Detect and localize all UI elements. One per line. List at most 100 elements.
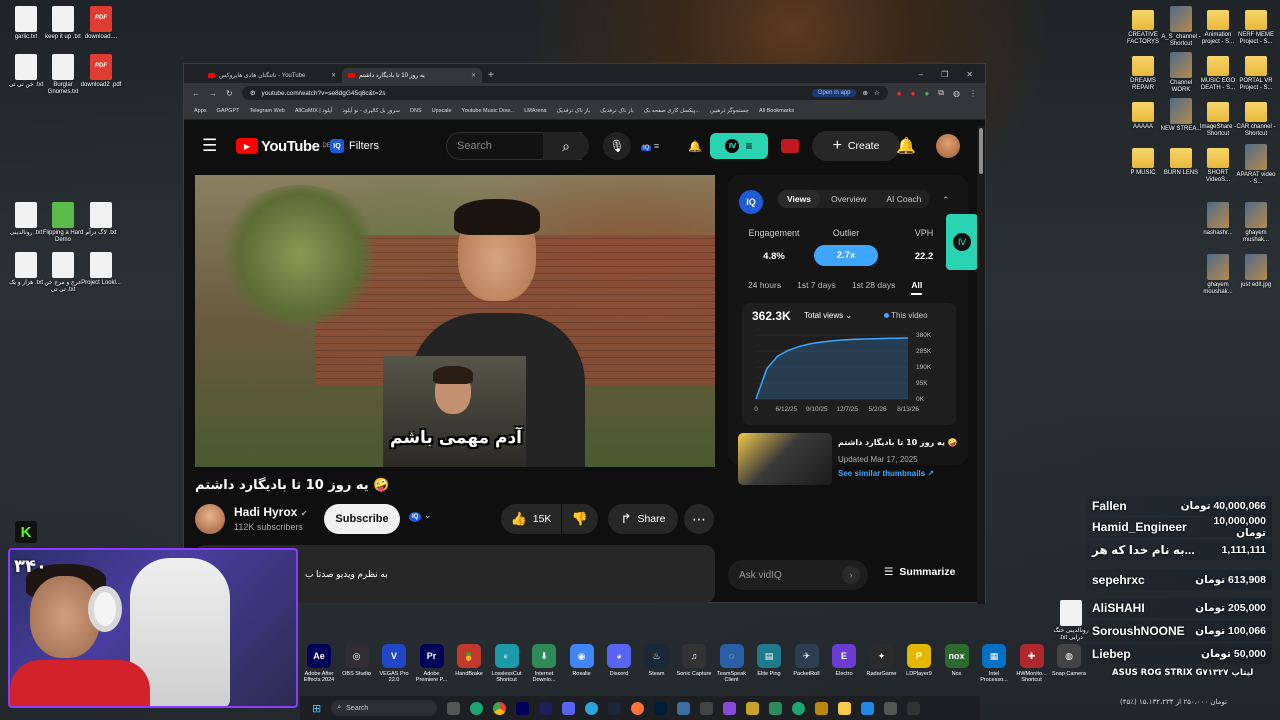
forward-icon[interactable]: → (209, 89, 217, 98)
desktop-icon[interactable]: Burglar Gnomes.txt (42, 54, 84, 96)
bookmark-item[interactable]: Telegram Web (249, 108, 284, 114)
extension-red-icon[interactable] (781, 139, 799, 153)
app-icon[interactable] (746, 701, 760, 715)
app-shortcut[interactable]: ◐ LosslessCut Shortcut (488, 642, 526, 683)
app-shortcut[interactable]: Ae Adobe After Effects 2024 (300, 642, 338, 683)
desktop-icon[interactable]: SHORT VideoS... (1197, 144, 1239, 184)
firefox-icon[interactable] (631, 701, 645, 715)
app-icon[interactable] (769, 701, 783, 715)
app-shortcut[interactable]: ◕ Discord (600, 642, 638, 677)
video-player[interactable]: آدم مهمی باشم (195, 175, 715, 467)
range-all[interactable]: All (911, 280, 923, 295)
maximize-button[interactable]: ❐ (941, 70, 948, 79)
bookmark-item[interactable]: Upscale (432, 108, 452, 114)
app-shortcut[interactable]: ▦ Intel Processo... (975, 642, 1013, 683)
start-windows-icon[interactable]: ⊞ (312, 702, 321, 715)
app-shortcut[interactable]: Pr Adobe Premiere P... (413, 642, 451, 683)
browser-tab-channel[interactable]: ناتنگتان هادی هایروکس - YouTube ✕ (202, 68, 342, 83)
back-icon[interactable]: ← (192, 89, 200, 98)
range-7-days[interactable]: 1st 7 days (797, 280, 836, 295)
desktop-icon[interactable]: APARAT video - S... (1235, 144, 1277, 186)
desktop-icon[interactable]: just edit.jpg (1235, 254, 1277, 289)
dislike-button[interactable]: 👎 (562, 504, 598, 534)
close-tab-icon[interactable]: ✕ (331, 72, 336, 79)
vidiq-channel-button[interactable]: IQ ⌄ (409, 510, 431, 522)
desktop-icon[interactable]: ghayem moushak... (1197, 254, 1239, 296)
subscribe-button[interactable]: Subscribe (324, 504, 400, 534)
close-window-button[interactable]: ✕ (966, 70, 973, 79)
browser-tab-video[interactable]: یه روز 10 تا بادیگارد داشتم ✕ (342, 68, 482, 83)
app-shortcut[interactable]: ◌ TeamSpeak Client (713, 642, 751, 683)
edge-icon[interactable] (470, 701, 484, 715)
bookmark-item[interactable]: جستجوگر ذرهبین (710, 108, 749, 114)
desktop-icon[interactable]: DREAMS REPAIR (1122, 52, 1164, 92)
vidiq-filters-button[interactable]: IQ Filters (330, 139, 379, 153)
desktop-icon[interactable]: download.... (80, 6, 122, 41)
app-icon[interactable] (677, 701, 691, 715)
desktop-icon[interactable]: Project Lookl... (80, 252, 122, 287)
desktop-icon[interactable]: هزار و یک .txt (5, 252, 47, 287)
bookmark-item[interactable]: DNS (410, 108, 422, 114)
summarize-button[interactable]: ☰ Summarize (884, 566, 955, 578)
create-button[interactable]: + Create (812, 131, 900, 161)
desktop-icon[interactable]: keep it up .txt (42, 6, 84, 41)
extension-icon[interactable]: ● (924, 89, 929, 98)
search-button[interactable]: ⌕ (543, 132, 589, 160)
app-shortcut[interactable]: ◉ Rosalie (563, 642, 601, 677)
extensions-puzzle-icon[interactable]: ⧉ (938, 88, 944, 98)
desktop-icon[interactable]: NEW STREA... (1160, 98, 1202, 133)
desktop-icon[interactable]: P MUSIC (1122, 144, 1164, 177)
send-arrow-icon[interactable]: › (842, 566, 860, 584)
new-tab-button[interactable]: + (482, 70, 500, 83)
desktop-icon[interactable]: عرج و مرج خن تی تی .txt (42, 252, 84, 294)
close-tab-icon[interactable]: ✕ (471, 72, 476, 79)
after-effects-icon[interactable] (539, 701, 553, 715)
extension-icon[interactable]: ● (911, 89, 916, 98)
taskbar-search[interactable]: ⌕ Search (331, 700, 438, 716)
task-view-icon[interactable] (447, 701, 461, 715)
site-info-icon[interactable]: ⚙ (250, 89, 256, 97)
bookmark-item[interactable]: GAPGPT (217, 108, 240, 114)
url-field[interactable]: ⚙ youtube.com/watch?v=se8dgG45q8c&t=2s O… (241, 86, 888, 100)
tab-views[interactable]: Views (778, 190, 820, 208)
bookmark-item[interactable]: LMArena (524, 108, 546, 114)
bookmark-item[interactable]: باز ناک ترفدیک (557, 108, 591, 114)
bookmark-item[interactable]: Apps (194, 108, 207, 114)
desktop-icon[interactable]: ghayem mushak... (1235, 202, 1277, 244)
app-icon[interactable] (884, 701, 898, 715)
reload-icon[interactable]: ↻ (226, 89, 233, 98)
notification-bell-icon[interactable]: 🔔 (688, 140, 702, 153)
profile-avatar[interactable]: ◍ (953, 89, 960, 98)
bookmark-item[interactable]: AllCaMIX | آپلود (295, 108, 333, 114)
range-24-hours[interactable]: 24 hours (748, 280, 781, 295)
channel-avatar[interactable] (195, 504, 225, 534)
app-shortcut[interactable]: ◍ Snap Camera (1050, 642, 1088, 677)
microphone-icon[interactable]: 🎙 (603, 132, 631, 160)
desktop-icon[interactable]: download2 .pdf (80, 54, 122, 89)
app-shortcut[interactable]: ◎ OBS Studio (338, 642, 376, 677)
premiere-icon[interactable] (516, 701, 530, 715)
desktop-icon[interactable]: Animation project - S... (1197, 6, 1239, 46)
hamburger-menu-icon[interactable]: ☰ (202, 136, 217, 156)
file-explorer-icon[interactable] (838, 701, 852, 715)
vidiq-toggle-button[interactable]: Ⅳ ≡ (710, 133, 768, 159)
tab-overview[interactable]: Overview (822, 190, 875, 208)
desktop-icon[interactable]: BURN LENS (1160, 144, 1202, 177)
desktop-icon[interactable]: A_S_channel - Shortcut (1160, 6, 1202, 48)
desktop-icon[interactable]: رونالدینی .txt (5, 202, 47, 237)
thumbnail-card[interactable]: یه روز 10 تا بادیگارد داشتم 🤪 Updated Ma… (738, 433, 960, 485)
app-icon[interactable] (723, 701, 737, 715)
notifications-bell-icon[interactable]: 🔔 (896, 136, 916, 156)
vidiq-menu-icon[interactable]: IQ ≡ (641, 141, 659, 151)
zoom-icon[interactable]: ⊕ (862, 89, 867, 97)
app-shortcut[interactable]: E Electro (825, 642, 863, 677)
bookmark-item[interactable]: All Bookmarks (759, 108, 794, 114)
collapse-chevron-icon[interactable]: ⌃ (942, 195, 950, 206)
tab-ai-coach[interactable]: AI Coach (877, 190, 930, 208)
app-shortcut[interactable]: ♫ Sonic Capture (675, 642, 713, 677)
like-button[interactable]: 👍 15K (501, 504, 561, 534)
more-actions-button[interactable]: ⋯ (684, 504, 714, 534)
bookmark-item[interactable]: باز ناک ترفدیک (600, 108, 634, 114)
app-shortcut[interactable]: 🍍 HandBrake (450, 642, 488, 677)
desktop-icon[interactable]: garlic.txt (5, 6, 47, 41)
